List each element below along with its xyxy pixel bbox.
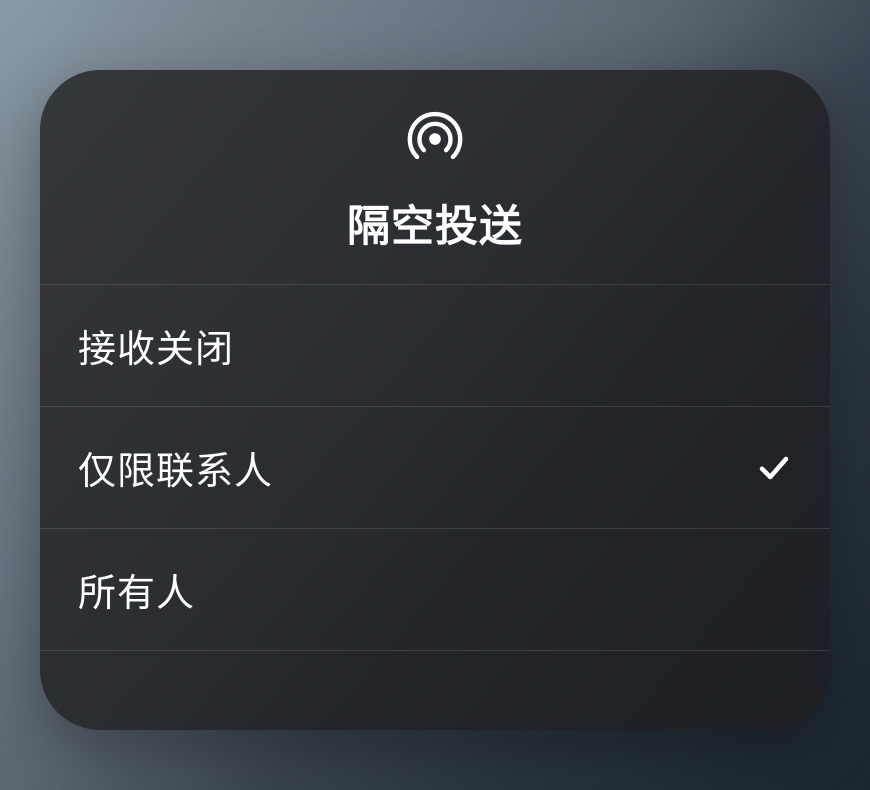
airdrop-icon	[404, 108, 466, 170]
option-label: 所有人	[78, 562, 195, 617]
options-list: 接收关闭 仅限联系人 所有人	[40, 285, 830, 651]
panel-title: 隔空投送	[347, 192, 523, 254]
option-receiving-off[interactable]: 接收关闭	[40, 285, 830, 407]
airdrop-settings-panel: 隔空投送 接收关闭 仅限联系人 所有人	[40, 70, 830, 730]
option-contacts-only[interactable]: 仅限联系人	[40, 407, 830, 529]
option-label: 仅限联系人	[78, 440, 273, 495]
option-everyone[interactable]: 所有人	[40, 529, 830, 651]
panel-header: 隔空投送	[40, 70, 830, 285]
checkmark-icon	[756, 450, 792, 486]
option-label: 接收关闭	[78, 318, 234, 373]
